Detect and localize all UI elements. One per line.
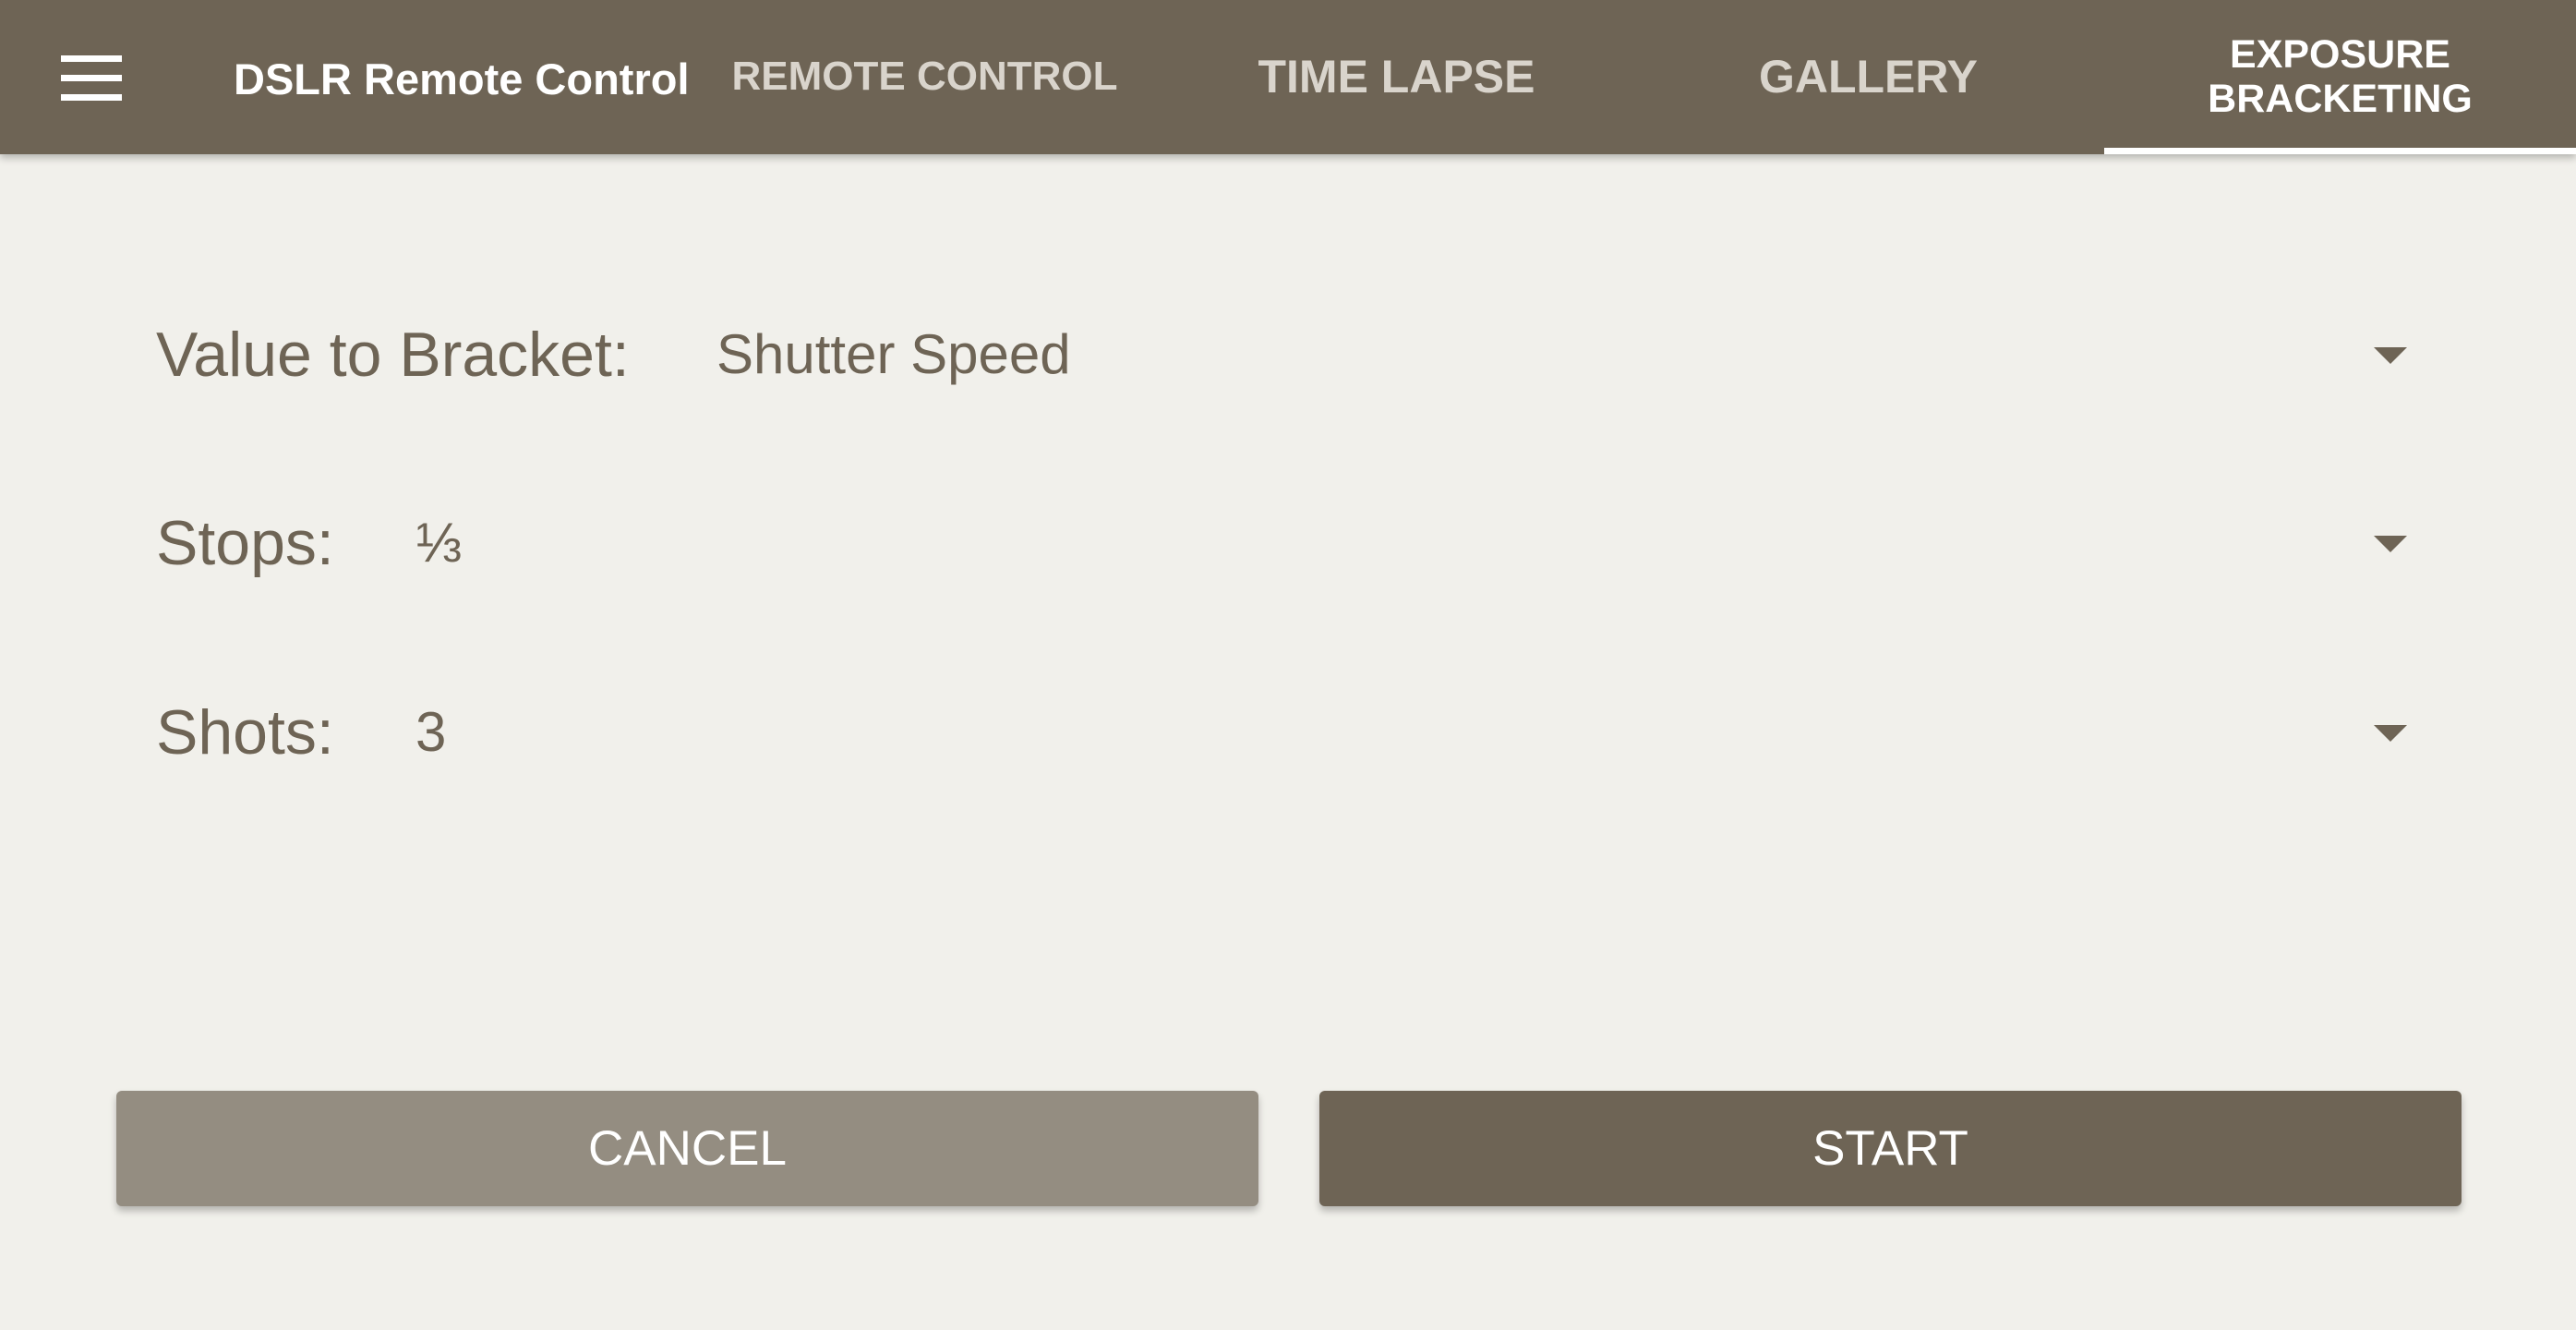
- value-to-bracket-row: Value to Bracket: Shutter Speed: [156, 299, 2464, 410]
- stops-value: ⅓: [415, 512, 463, 574]
- dropdown-arrow-icon: [2374, 725, 2407, 742]
- menu-line: [61, 55, 122, 62]
- tab-remote-control[interactable]: REMOTE CONTROL: [689, 0, 1161, 154]
- app-title: DSLR Remote Control: [234, 54, 690, 103]
- shots-dropdown[interactable]: 3: [415, 677, 2464, 788]
- stops-label: Stops:: [156, 508, 334, 578]
- app-bar: DSLR Remote Control REMOTE CONTROL TIME …: [0, 0, 2576, 154]
- tab-gallery[interactable]: GALLERY: [1632, 0, 2104, 154]
- stops-row: Stops: ⅓: [156, 488, 2464, 598]
- shots-label: Shots:: [156, 697, 334, 768]
- menu-line: [61, 94, 122, 101]
- active-tab-indicator: [2104, 148, 2576, 154]
- tab-time-lapse[interactable]: TIME LAPSE: [1161, 0, 1632, 154]
- shots-row: Shots: 3: [156, 677, 2464, 788]
- cancel-button[interactable]: CANCEL: [116, 1091, 1258, 1206]
- dropdown-arrow-icon: [2374, 347, 2407, 364]
- value-to-bracket-dropdown[interactable]: Shutter Speed: [716, 299, 2464, 410]
- tab-exposure-bracketing[interactable]: EXPOSURE BRACKETING: [2104, 0, 2576, 154]
- hamburger-menu-icon[interactable]: [54, 46, 127, 109]
- value-to-bracket-label: Value to Bracket:: [156, 320, 630, 390]
- value-to-bracket-value: Shutter Speed: [716, 323, 1071, 385]
- stops-dropdown[interactable]: ⅓: [415, 488, 2464, 598]
- shots-value: 3: [415, 701, 447, 763]
- start-button[interactable]: START: [1319, 1091, 2462, 1206]
- menu-line: [61, 75, 122, 81]
- dropdown-arrow-icon: [2374, 536, 2407, 552]
